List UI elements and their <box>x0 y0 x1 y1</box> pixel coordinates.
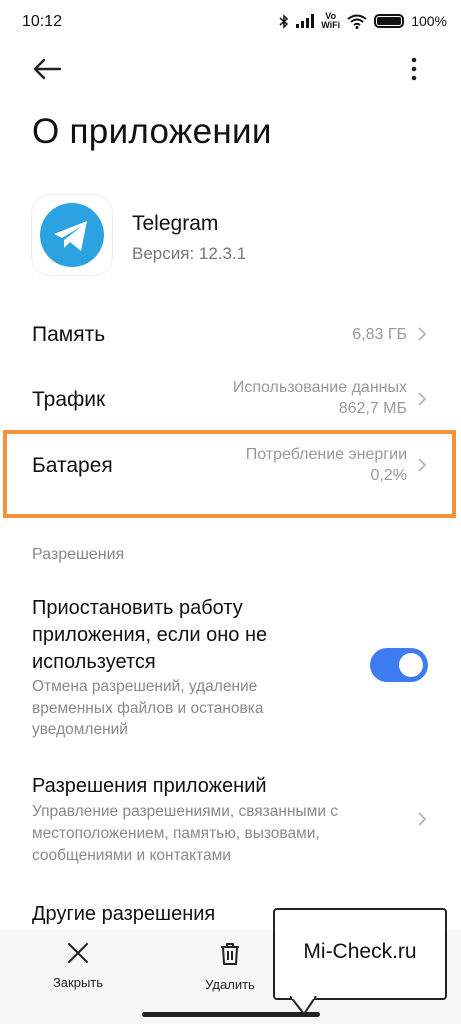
app-version: Версия: 12.3.1 <box>132 244 247 263</box>
pause-app-title: Приостановить работу приложения, если он… <box>32 597 268 673</box>
memory-row[interactable]: Память 6,83 ГБ <box>0 306 461 366</box>
battery-icon <box>374 14 405 28</box>
traffic-row[interactable]: Трафик Использование данных 862,7 МБ <box>0 370 461 430</box>
chevron-right-icon <box>418 327 427 341</box>
page-title: О приложении <box>32 112 272 151</box>
permissions-section-title: Разрешения <box>32 546 125 563</box>
more-options-icon[interactable] <box>404 52 424 86</box>
other-permissions-title[interactable]: Другие разрешения <box>32 903 215 926</box>
app-permissions-title[interactable]: Разрешения приложений <box>32 775 267 798</box>
vowifi-icon: Vo WiFi <box>321 11 341 30</box>
pause-app-description: Отмена разрешений, удаление временных фа… <box>32 678 264 738</box>
chevron-right-icon <box>418 812 427 826</box>
back-arrow-icon[interactable] <box>30 52 64 86</box>
bluetooth-icon <box>279 13 289 29</box>
traffic-value-line2: 862,7 МБ <box>338 400 407 417</box>
app-icon <box>32 195 112 275</box>
close-button[interactable]: Закрыть <box>28 942 128 990</box>
status-icons: Vo WiFi 100% <box>279 12 447 30</box>
memory-value: 6,83 ГБ <box>352 326 407 343</box>
delete-button[interactable]: Удалить <box>180 942 280 992</box>
battery-percent: 100% <box>411 13 447 29</box>
traffic-label: Трафик <box>32 388 106 411</box>
status-time: 10:12 <box>22 13 63 30</box>
delete-label: Удалить <box>205 977 255 992</box>
telegram-logo-icon <box>40 203 104 267</box>
chevron-right-icon <box>418 392 427 406</box>
traffic-value-line1: Использование данных <box>232 379 407 396</box>
watermark-text: Mi-Check.ru <box>303 940 417 963</box>
toggle-knob <box>399 653 423 677</box>
trash-icon <box>221 943 239 965</box>
close-label: Закрыть <box>52 975 104 990</box>
app-permissions-description: Управление разрешениями, связанными с ме… <box>32 803 339 864</box>
pause-app-toggle[interactable] <box>370 648 428 682</box>
app-name: Telegram <box>132 212 219 235</box>
memory-label: Память <box>32 323 106 346</box>
close-icon <box>68 943 88 963</box>
traffic-value: Использование данных 862,7 МБ <box>233 377 407 419</box>
signal-icon <box>296 14 315 28</box>
watermark-tail <box>290 996 317 1016</box>
highlight-frame <box>3 430 456 518</box>
wifi-icon <box>347 14 367 29</box>
status-bar: 10:12 Vo WiFi 100% <box>0 0 461 46</box>
